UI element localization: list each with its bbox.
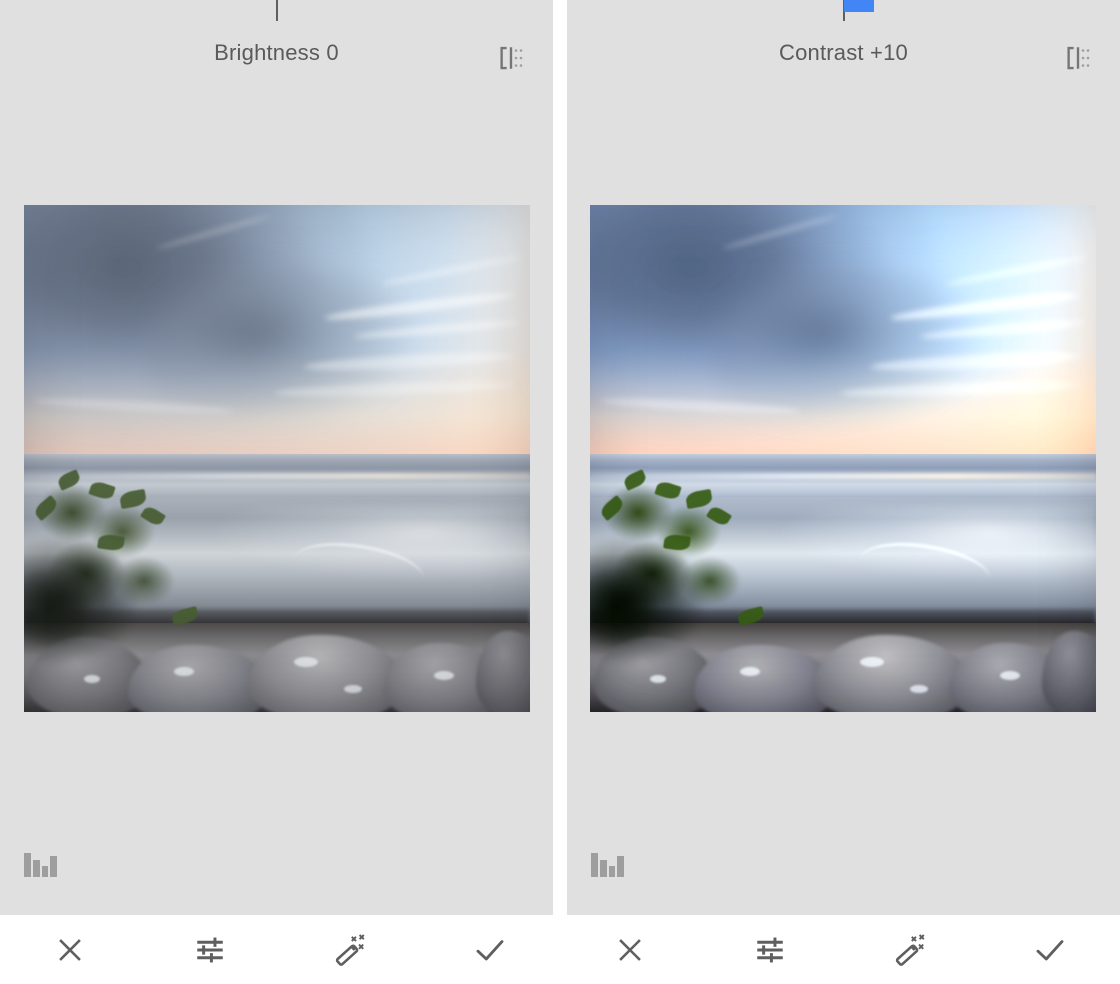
auto-enhance-button-left[interactable]	[280, 915, 420, 984]
cancel-button-left[interactable]	[0, 915, 140, 984]
compare-split-icon	[1063, 43, 1093, 73]
adjustment-label-right: Contrast +10	[779, 40, 908, 65]
magic-wand-icon	[892, 932, 928, 968]
vegetation-shadow	[24, 535, 164, 665]
toolbar-group-left	[0, 915, 560, 984]
panel-header-right: Contrast +10	[567, 22, 1120, 80]
photo-canvas-right[interactable]	[590, 205, 1096, 712]
compare-split-icon	[496, 43, 526, 73]
tune-icon	[753, 933, 787, 967]
rock-speck	[650, 675, 666, 683]
adjust-button-left[interactable]	[140, 915, 280, 984]
sky-region	[590, 205, 1096, 463]
tune-icon	[193, 933, 227, 967]
close-icon	[613, 933, 647, 967]
rock-speck	[910, 685, 928, 693]
rock-speck	[434, 671, 454, 680]
app-screen: Brightness 0 Contrast +10	[0, 0, 1120, 984]
editor-panel-left: Brightness 0	[0, 0, 553, 915]
compare-button-left[interactable]	[491, 38, 531, 78]
adjustment-slider-right[interactable]	[567, 0, 1120, 22]
rock-speck	[294, 657, 318, 667]
rock-speck	[84, 675, 100, 683]
slider-tick-left	[276, 0, 278, 21]
apply-button-left[interactable]	[420, 915, 560, 984]
photo-canvas-left[interactable]	[24, 205, 530, 712]
histogram-icon	[589, 849, 625, 881]
compare-button-right[interactable]	[1058, 38, 1098, 78]
rock-speck	[344, 685, 362, 693]
slider-thumb-right[interactable]	[844, 0, 874, 12]
histogram-button-right[interactable]	[589, 841, 633, 881]
editor-panel-right: Contrast +10	[567, 0, 1120, 915]
rock-speck	[740, 667, 760, 676]
adjustment-slider-left[interactable]	[0, 0, 553, 22]
check-icon	[1032, 932, 1068, 968]
toolbar-group-right	[560, 915, 1120, 984]
auto-enhance-button-right[interactable]	[840, 915, 980, 984]
photo-image-right	[590, 205, 1096, 712]
cancel-button-right[interactable]	[560, 915, 700, 984]
comparison-panels: Brightness 0 Contrast +10	[0, 0, 1120, 915]
histogram-icon	[22, 849, 58, 881]
check-icon	[472, 932, 508, 968]
rock-speck	[860, 657, 884, 667]
vegetation-shadow	[590, 535, 730, 665]
rock-speck	[1000, 671, 1020, 680]
close-icon	[53, 933, 87, 967]
adjust-button-right[interactable]	[700, 915, 840, 984]
photo-image-left	[24, 205, 530, 712]
bottom-toolbar	[0, 915, 1120, 984]
sky-region	[24, 205, 530, 463]
magic-wand-icon	[332, 932, 368, 968]
rock-speck	[174, 667, 194, 676]
adjustment-label-left: Brightness 0	[214, 40, 339, 65]
histogram-button-left[interactable]	[22, 841, 66, 881]
panel-divider	[553, 0, 567, 915]
apply-button-right[interactable]	[980, 915, 1120, 984]
panel-header-left: Brightness 0	[0, 22, 553, 80]
